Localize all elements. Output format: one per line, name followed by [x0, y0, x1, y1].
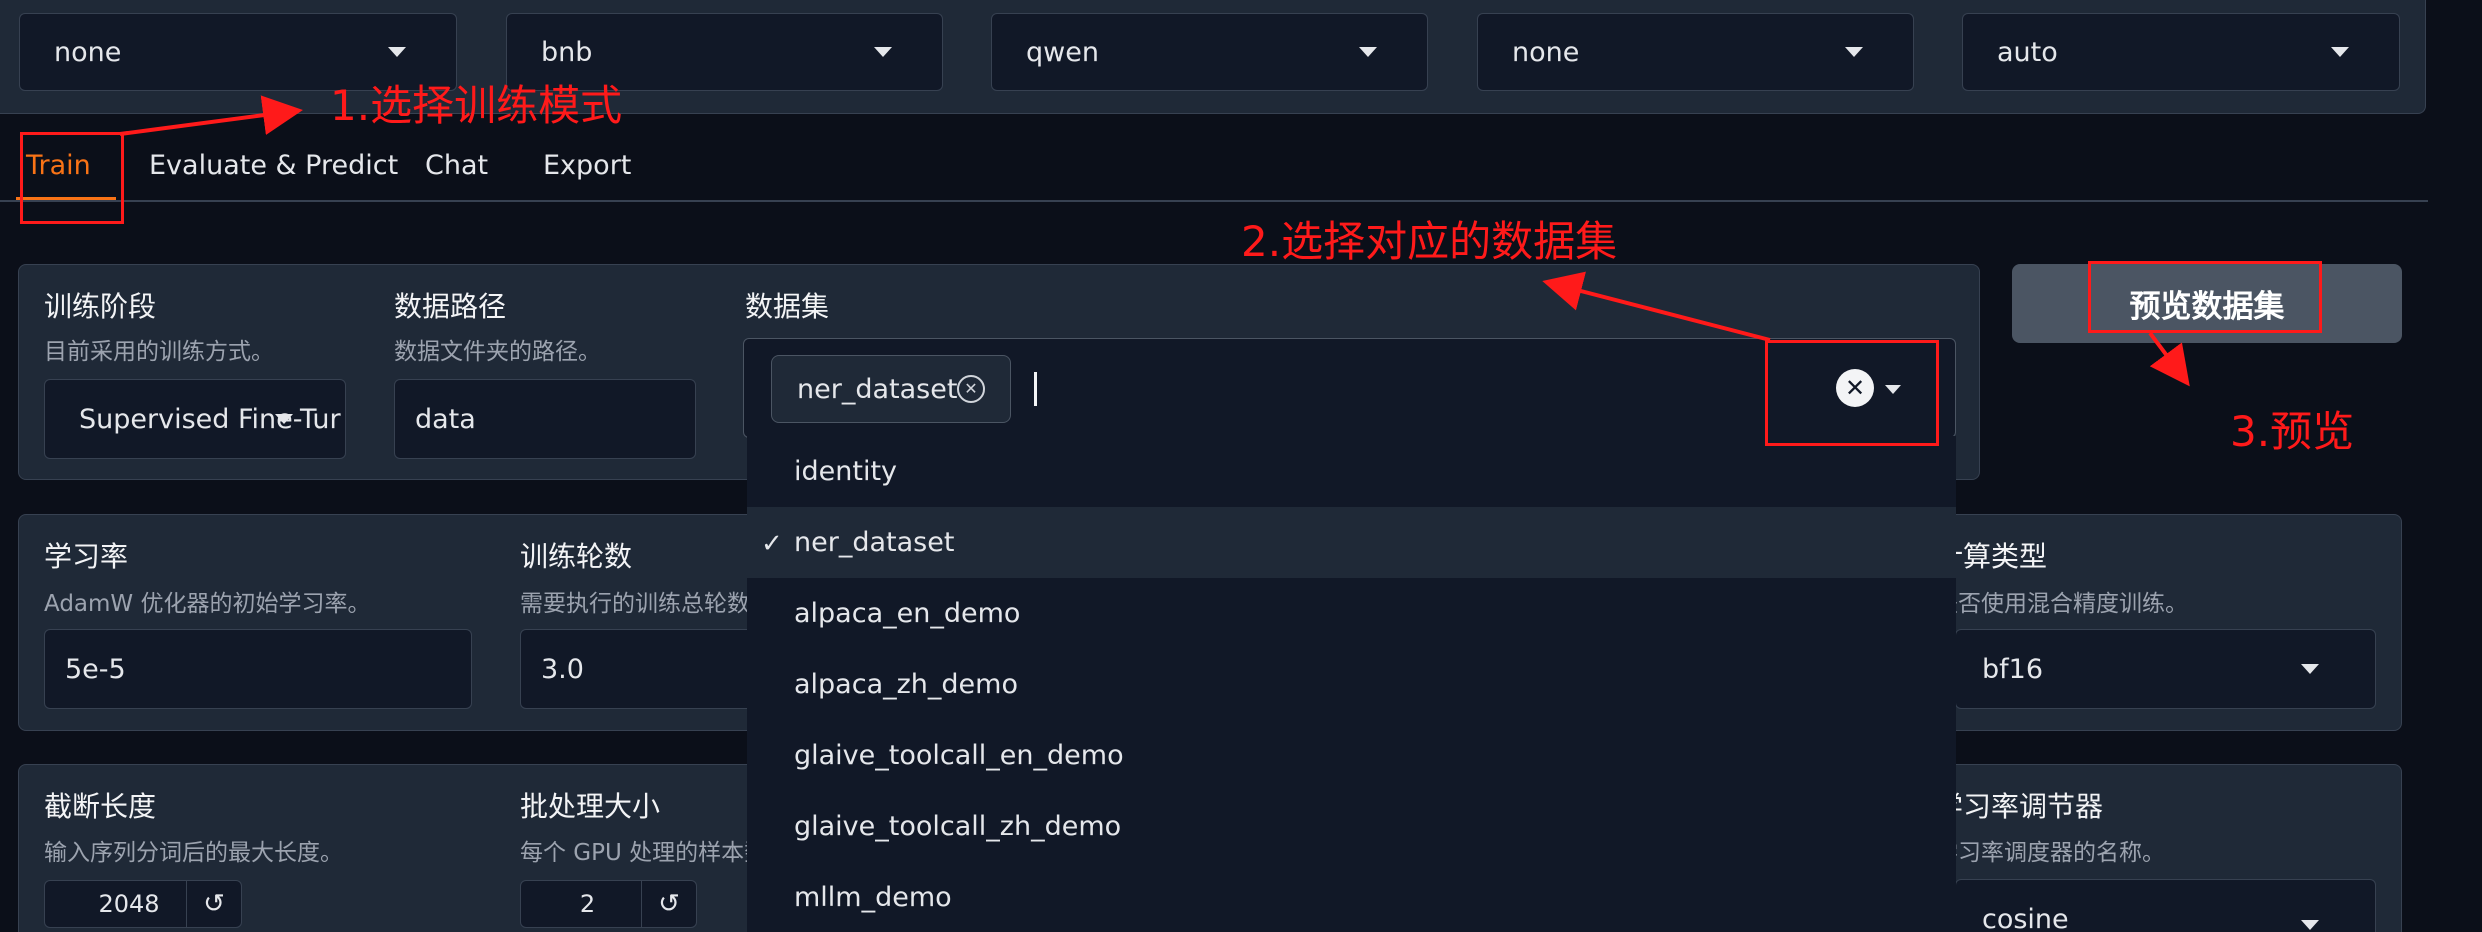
annotation-arrows [119, 95, 2190, 387]
annotation-arrow-1 [119, 95, 303, 136]
annotation-step-1: 1.选择训练模式 [330, 81, 623, 130]
annotation-step-2: 2.选择对应的数据集 [1241, 217, 1618, 266]
annotation-arrow-3 [2148, 331, 2190, 387]
annotation-arrow-2 [1542, 271, 1771, 342]
annotation-step-3: 3.预览 [2230, 407, 2355, 456]
